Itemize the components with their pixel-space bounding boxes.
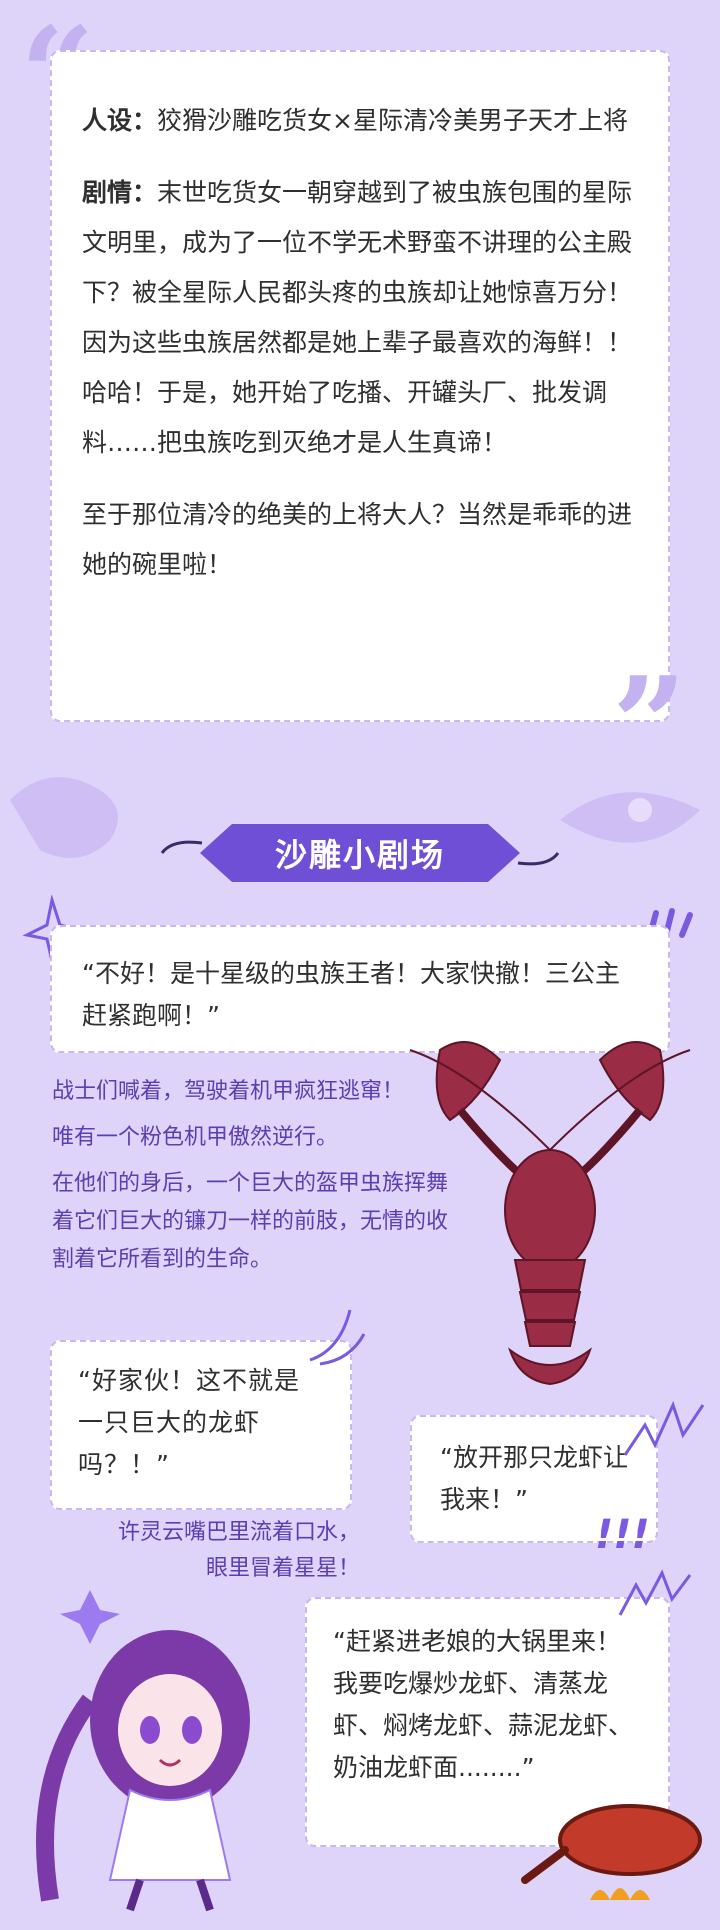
intro-card: 人设：狡猾沙雕吃货女×星际清冷美男子天才上将 剧情：末世吃货女一朝穿越到了被虫族… bbox=[50, 50, 670, 722]
plot-paragraph: 剧情：末世吃货女一朝穿越到了被虫族包围的星际文明里，成为了一位不学无术野蛮不讲理… bbox=[82, 168, 638, 468]
section-title: 沙雕小剧场 bbox=[200, 824, 520, 882]
narration-line-2: 唯有一个粉色机甲傲然逆行。 bbox=[52, 1125, 339, 1150]
burst-lines-icon-3 bbox=[618, 1569, 692, 1616]
close-quote-icon: ” bbox=[612, 648, 687, 801]
narration-block: 战士们喊着，驾驶着机甲疯狂逃窜！ 唯有一个粉色机甲傲然逆行。 在他们的身后，一个… bbox=[52, 1073, 452, 1287]
burst-lines-icon-2 bbox=[623, 1400, 705, 1456]
narration-line-3: 在他们的身后，一个巨大的盔甲虫族挥舞着它们巨大的镰刀一样的前肢，无情的收割着它所… bbox=[52, 1171, 449, 1272]
anime-girl-illustration bbox=[36, 1590, 250, 1912]
narration-line-1: 战士们喊着，驾驶着机甲疯狂逃窜！ bbox=[52, 1079, 405, 1104]
burst-lines-icon bbox=[309, 1309, 366, 1366]
exclaim-marks: !!! bbox=[595, 1512, 650, 1558]
ending-paragraph: 至于那位清冷的绝美的上将大人？当然是乖乖的进她的碗里啦！ bbox=[82, 500, 633, 579]
persona-paragraph: 人设：狡猾沙雕吃货女×星际清冷美男子天才上将 bbox=[82, 96, 638, 146]
persona-text: 狡猾沙雕吃货女×星际清冷美男子天才上将 bbox=[157, 106, 628, 135]
plot-label: 剧情： bbox=[82, 178, 158, 207]
caption-block: 许灵云嘴巴里流着口水， 眼里冒着星星！ bbox=[100, 1515, 360, 1587]
wok-illustration bbox=[521, 1804, 702, 1900]
plot-text: 末世吃货女一朝穿越到了被虫族包围的星际文明里，成为了一位不学无术野蛮不讲理的公主… bbox=[82, 178, 633, 457]
caption-line-1: 许灵云嘴巴里流着口水， bbox=[117, 1520, 360, 1545]
persona-label: 人设： bbox=[82, 106, 158, 135]
lobster-illustration bbox=[409, 1041, 691, 1386]
section-banner: 沙雕小剧场 bbox=[160, 818, 560, 888]
